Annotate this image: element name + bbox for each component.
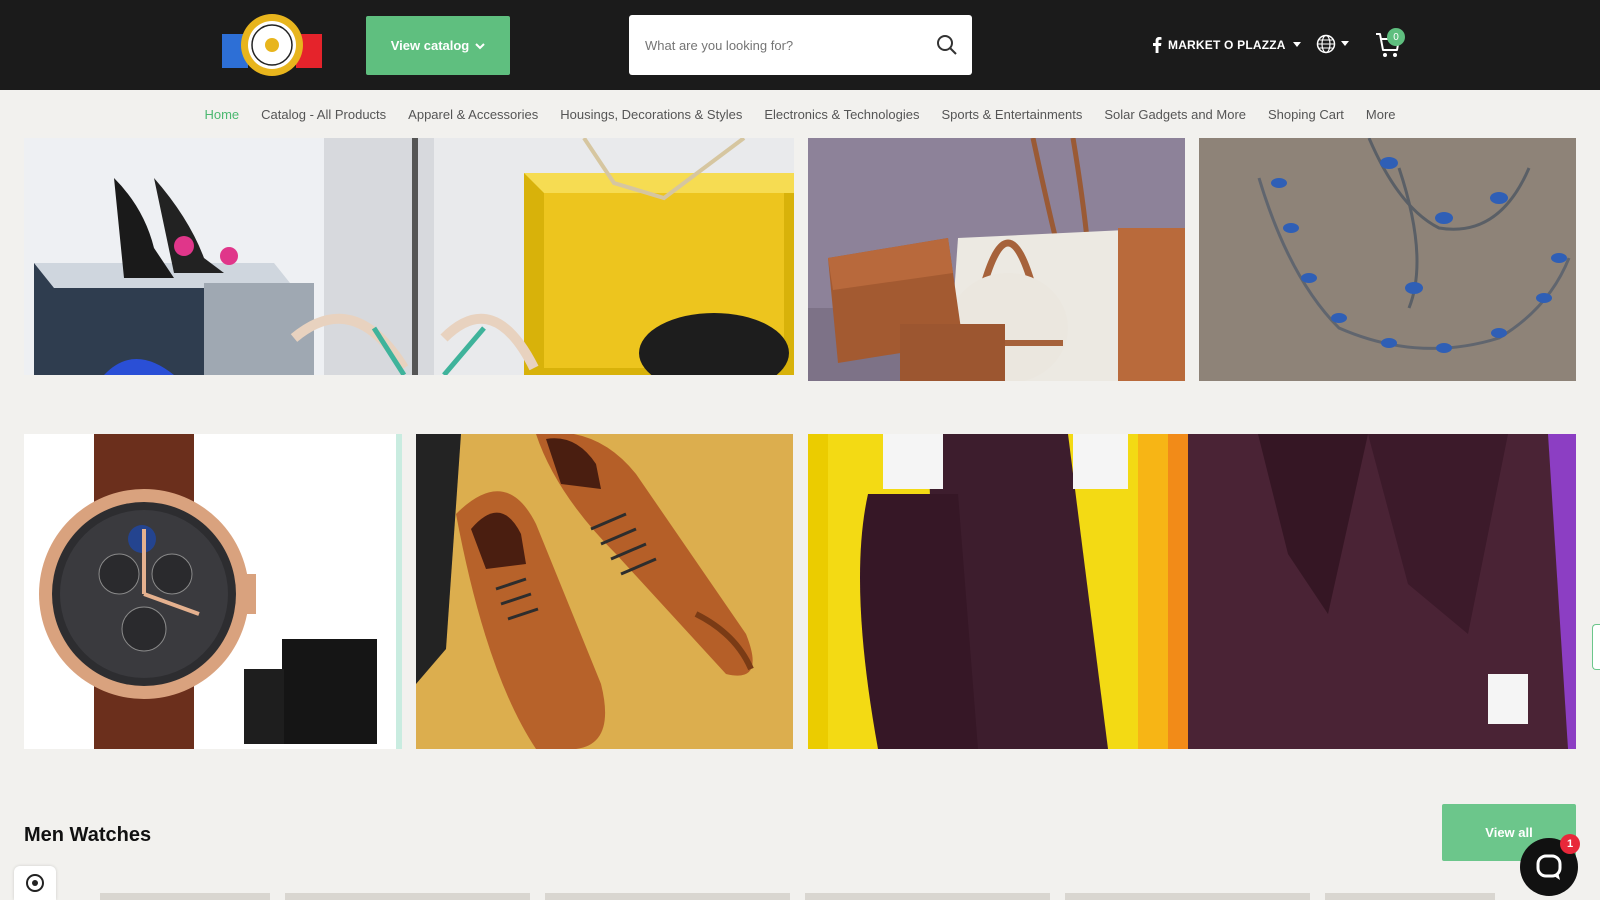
search-input[interactable] [629,15,919,75]
product-card-top[interactable] [1325,893,1495,900]
product-card-top[interactable] [100,893,270,900]
privacy-settings-button[interactable] [14,866,56,900]
side-widget-tab[interactable] [1592,624,1600,670]
facebook-icon [1153,37,1162,53]
main-navigation: Home Catalog - All Products Apparel & Ac… [0,90,1600,138]
privacy-icon [26,874,44,892]
nav-sports[interactable]: Sports & Entertainments [941,107,1082,122]
nav-home[interactable]: Home [204,107,239,122]
product-card-top[interactable] [805,893,1050,900]
chevron-down-icon [1292,42,1301,47]
banner-leather-bags[interactable] [808,138,1185,381]
view-catalog-label: View catalog [390,38,470,53]
search-box [629,15,972,75]
banner-jewelry-necklace[interactable] [1199,138,1576,381]
nav-solar-gadgets[interactable]: Solar Gadgets and More [1104,107,1246,122]
locale-selector[interactable] [1316,34,1350,54]
banner-mens-watch[interactable] [24,434,402,749]
chat-notification-badge: 1 [1560,834,1580,854]
product-card-top[interactable] [1065,893,1310,900]
chat-icon [1536,854,1562,880]
section-title: Men Watches [24,824,152,846]
social-label: MARKET O PLAZZA [1168,38,1286,52]
nav-catalog-all-products[interactable]: Catalog - All Products [261,107,386,122]
product-card-top[interactable] [285,893,530,900]
chevron-down-icon [1341,41,1349,46]
globe-icon [1316,34,1336,54]
banner-mens-suits[interactable] [808,434,1576,749]
banner-leather-shoes[interactable] [416,434,793,749]
view-catalog-button[interactable]: View catalog [366,16,510,75]
social-selector[interactable]: MARKET O PLAZZA [1152,35,1302,55]
nav-apparel-accessories[interactable]: Apparel & Accessories [408,107,538,122]
nav-electronics[interactable]: Electronics & Technologies [764,107,919,122]
cart-count-badge: 0 [1387,28,1405,46]
nav-shopping-cart[interactable]: Shoping Cart [1268,107,1344,122]
nav-housings-decorations[interactable]: Housings, Decorations & Styles [560,107,742,122]
top-header: View catalog MARKET O PLAZZA 0 [0,0,1600,90]
chevron-down-icon [475,42,485,49]
search-icon[interactable] [936,34,958,56]
nav-more[interactable]: More [1366,107,1396,122]
product-card-top[interactable] [545,893,790,900]
store-logo[interactable] [220,12,324,78]
banner-heels-display[interactable] [24,138,794,375]
